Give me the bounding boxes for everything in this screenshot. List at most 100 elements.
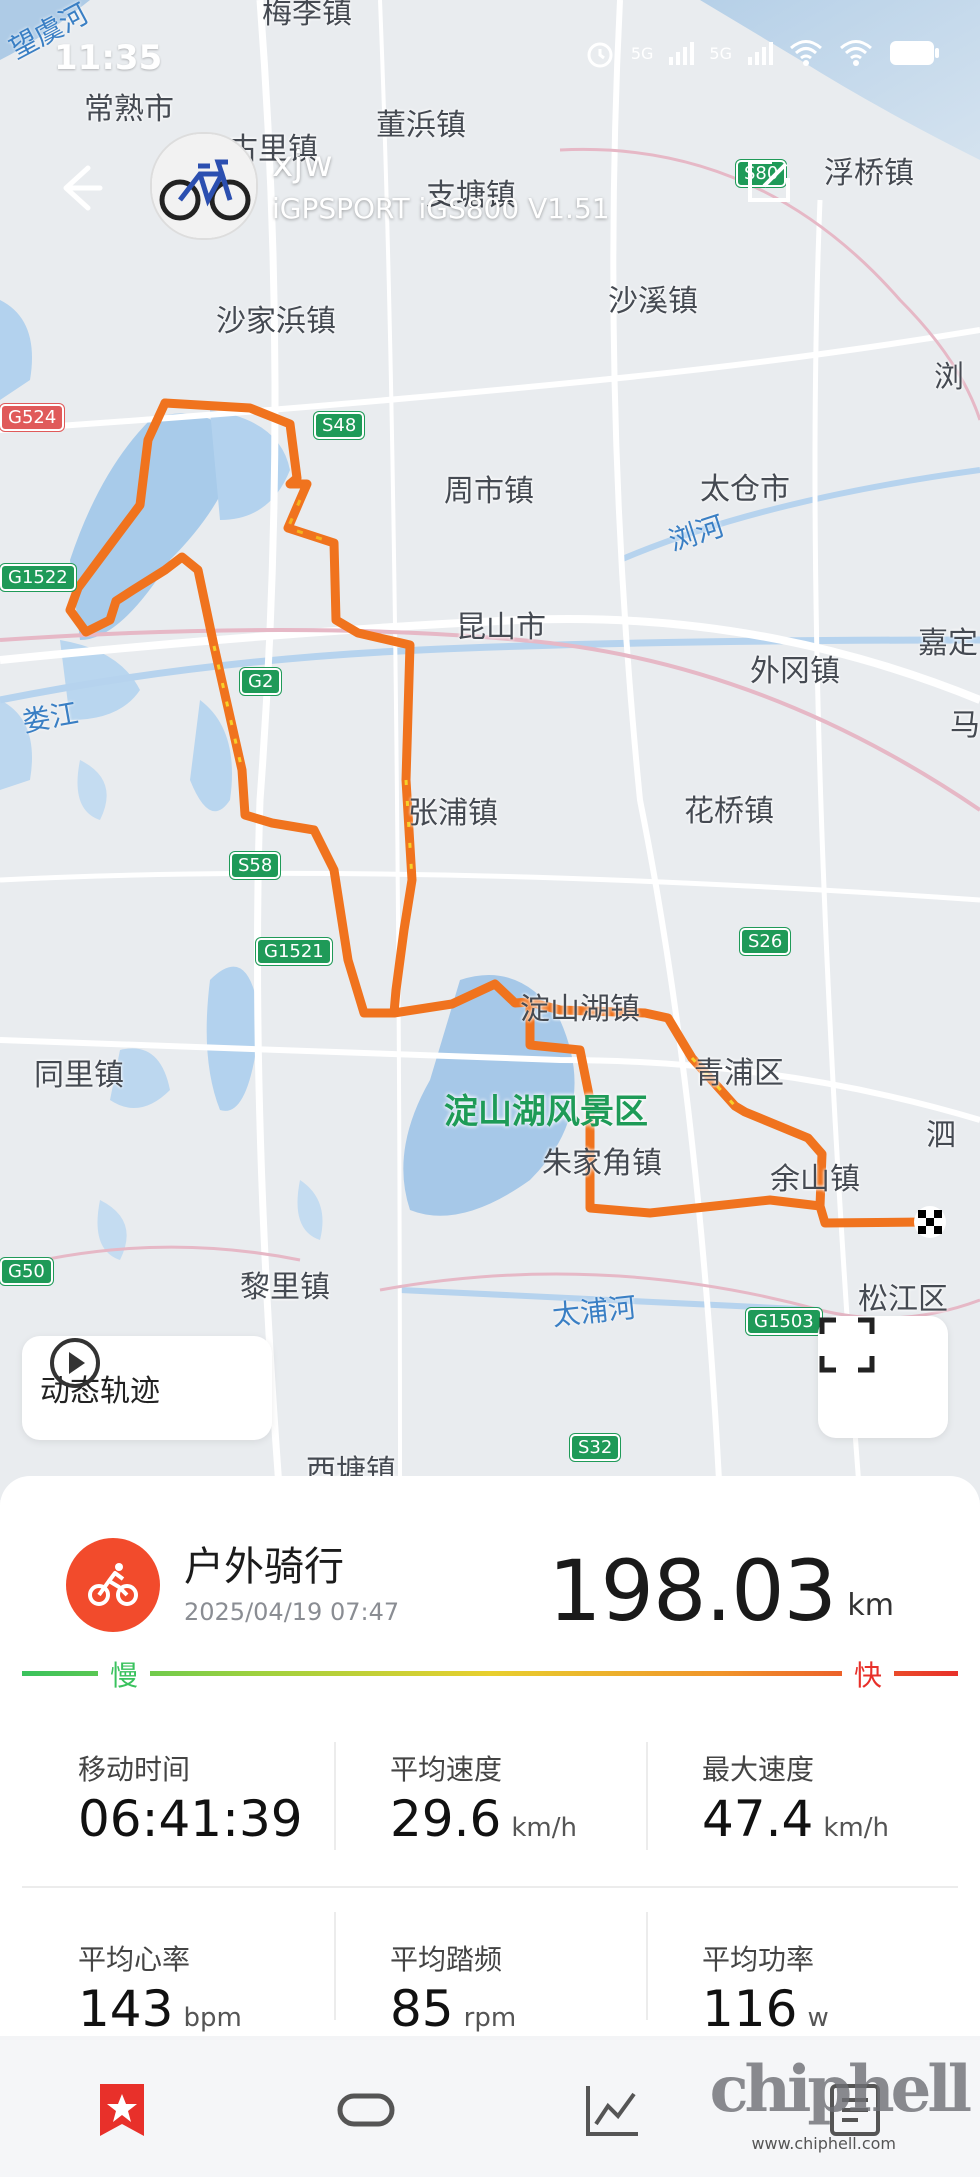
map-label-place: 朱家角镇 [542,1146,662,1181]
activity-summary-panel: 户外骑行 2025/04/19 07:47 198.03 km 慢 快 移动时间… [0,1476,980,2038]
road-shield: S26 [740,928,791,955]
edit-icon[interactable] [742,156,794,208]
distance-number: 198.03 [548,1542,837,1640]
wifi-icon [840,40,872,66]
bookmark-star-icon[interactable] [92,2080,152,2140]
map-label-place: 太仓市 [700,472,790,507]
map-label-place: 泗 [926,1118,956,1153]
fullscreen-button[interactable] [818,1316,948,1438]
stat-unit: rpm [463,2003,517,2033]
distance-unit: km [847,1588,894,1623]
stats-row: 移动时间 06:41:39 平均速度 29.6 km/h 最大速度 47.4 km/… [22,1718,958,1888]
map-label-place: 花桥镇 [684,794,774,829]
map-label-place: 昆山市 [456,610,546,645]
signal-icon [748,42,773,65]
road-shield: G1521 [256,938,332,965]
speed-fast-label: 快 [842,1654,895,1694]
stat-number: 116 [702,1980,798,2038]
track-replay-button[interactable]: 动态轨迹 [22,1336,272,1440]
road-shield: S58 [230,852,281,879]
app-bar: xjw iGPSPORT iGS800 V1.51 [0,120,980,240]
stats-row: 平均心率 143 bpm 平均踏频 85 rpm 平均功率 116 w [22,1888,958,2056]
map-label-place: 外冈镇 [750,654,840,689]
map-label-place: 黎里镇 [240,1270,330,1305]
signal-5g-2: 5G [709,43,732,63]
road-shield: G2 [240,668,282,695]
map-label-place: 同里镇 [34,1058,124,1093]
stat-value: 47.4 km/h [702,1790,889,1848]
distance-value: 198.03 [548,1542,892,1640]
back-arrow-icon[interactable] [48,158,108,218]
stat-max-speed: 最大速度 47.4 km/h [646,1718,958,1886]
map-label-place: 张浦镇 [408,796,498,831]
map-label-place: 马 [950,708,980,743]
watermark-url: www.chiphell.com [751,2134,896,2153]
fullscreen-icon [819,1317,875,1373]
stat-unit: w [807,2003,829,2033]
map-label-place: 嘉定 [918,626,978,661]
activity-datetime: 2025/04/19 07:47 [184,1598,400,1626]
map-label-place: 周市镇 [444,474,534,509]
map-label-place: 沙家浜镇 [216,304,336,339]
stat-number: 29.6 [390,1790,502,1848]
road-shield: G1522 [0,564,76,591]
stat-number: 85 [390,1980,454,2038]
stat-unit: bpm [183,2003,242,2033]
stat-label: 平均踏频 [390,1943,503,1976]
stat-value: 143 bpm [78,1980,242,2038]
stat-avg-speed: 平均速度 29.6 km/h [334,1718,646,1886]
stat-label: 平均功率 [702,1943,815,1976]
signal-5g-1: 5G [630,43,654,63]
activity-title: 户外骑行 [184,1544,344,1590]
device-name: iGPSPORT iGS800 V1.51 [272,192,610,225]
stat-label: 移动时间 [78,1753,191,1786]
map-label-place: 松江区 [858,1282,948,1317]
map-label-place: 淀山湖镇 [520,992,640,1027]
road-shield: G50 [0,1258,53,1285]
status-icons: 5G 5G [583,36,940,70]
stat-unit: km/h [823,1813,889,1843]
stat-number: 06:41:39 [78,1790,303,1848]
segment-icon[interactable] [336,2080,396,2140]
stat-number: 47.4 [702,1790,814,1848]
road-shield: S48 [314,412,365,439]
signal-icon [669,42,695,65]
map-label-place: 青浦区 [694,1056,784,1091]
stat-value: 116 w [702,1980,829,2038]
chart-icon[interactable] [582,2080,642,2140]
bicycle-icon [88,1563,138,1606]
user-name: xjw [272,144,333,185]
cycling-activity-icon [66,1538,160,1632]
stat-value: 29.6 km/h [390,1790,577,1848]
stat-label: 平均心率 [78,1943,191,1976]
speed-slow-label: 慢 [98,1654,151,1694]
battery-icon [890,41,939,65]
stat-unit: km/h [511,1813,577,1843]
stat-avg-power: 平均功率 116 w [646,1888,958,2056]
wifi-icon [790,40,822,66]
stat-label: 平均速度 [390,1753,503,1786]
status-time: 11:35 [54,38,163,78]
map-label-place: 浏 [934,360,964,395]
map-label-place: 余山镇 [770,1162,860,1197]
avatar[interactable] [150,132,258,240]
map-label-place: 沙溪镇 [608,284,698,319]
stat-avg-heart-rate: 平均心率 143 bpm [22,1888,334,2056]
stats-grid: 移动时间 06:41:39 平均速度 29.6 km/h 最大速度 47.4 km/… [22,1718,958,2056]
stat-label: 最大速度 [702,1753,815,1786]
scenic-area-label: 淀山湖风景区 [444,1092,648,1132]
play-icon [50,1338,100,1388]
stat-moving-time: 移动时间 06:41:39 [22,1718,334,1886]
speed-color-legend: 慢 快 [22,1654,958,1694]
status-bar: 11:35 5G 5G [0,0,980,120]
road-shield: G1503 [746,1308,822,1335]
road-shield: S32 [570,1434,621,1461]
alarm-icon [587,42,613,68]
stat-value: 06:41:39 [78,1790,303,1848]
stat-value: 85 rpm [390,1980,516,2038]
stat-avg-cadence: 平均踏频 85 rpm [334,1888,646,2056]
stat-number: 143 [78,1980,174,2038]
speed-gradient-bar [22,1671,958,1676]
watermark-logo: chiphell [709,2052,972,2127]
bicycle-photo-icon [152,134,256,238]
